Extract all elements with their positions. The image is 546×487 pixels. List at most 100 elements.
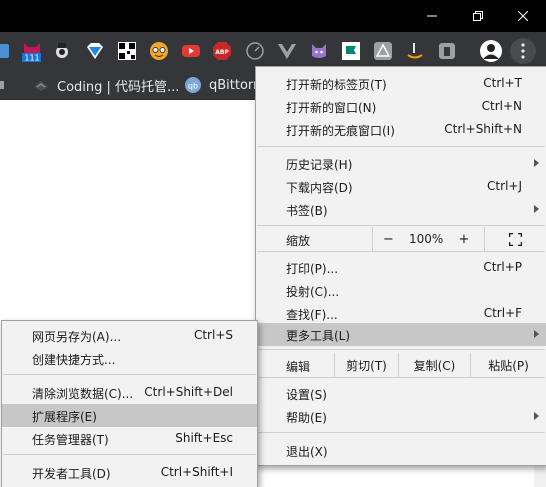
copy-label: 复制(C) — [413, 358, 456, 373]
extension-partial-icon[interactable] — [0, 41, 14, 61]
chrome-main-menu: 打开新的标签页(T) Ctrl+T 打开新的窗口(N) Ctrl+N 打开新的无… — [255, 66, 546, 466]
cut-label: 剪切(T) — [346, 358, 387, 373]
paste-button[interactable]: 粘贴(P) — [470, 353, 546, 377]
svg-text:111: 111 — [24, 54, 39, 63]
submenu-item-save-page[interactable]: 网页另存为(A)... Ctrl+S — [2, 324, 257, 347]
vpn-gem-icon[interactable] — [85, 41, 105, 61]
bookmark-label: qBittorr — [209, 77, 259, 93]
minimize-icon[interactable] — [409, 0, 455, 32]
zoom-in-button[interactable]: + — [448, 227, 480, 251]
menu-item-label: 打开新的窗口(N) — [286, 101, 377, 115]
svg-text:qb: qb — [188, 82, 198, 91]
flag-icon[interactable] — [341, 41, 361, 61]
zoom-label: 缩放 — [286, 234, 311, 248]
submenu-arrow-icon — [534, 412, 539, 420]
submenu-item-clear-data[interactable]: 清除浏览数据(C)... Ctrl+Shift+Del — [2, 381, 257, 404]
menu-item-label: 查找(F)... — [286, 308, 338, 322]
menu-item-shortcut: Ctrl+P — [483, 260, 522, 274]
github-cat-icon[interactable]: 111 — [21, 41, 41, 63]
coding-logo-icon — [33, 77, 49, 93]
menu-item-label: 打印(P)... — [286, 262, 339, 276]
cut-button[interactable]: 剪切(T) — [334, 353, 398, 377]
submenu-arrow-icon — [534, 330, 539, 338]
zoom-row: 缩放 − 100% + — [256, 227, 546, 251]
menu-item-new-window[interactable]: 打开新的窗口(N) Ctrl+N — [256, 95, 546, 118]
submenu-item-task-manager[interactable]: 任务管理器(T) Shift+Esc — [2, 427, 257, 450]
menu-item-label: 投射(C)... — [286, 285, 340, 299]
copy-button[interactable]: 复制(C) — [398, 353, 470, 377]
zoom-level: 100% — [409, 232, 444, 246]
title-bar — [0, 0, 546, 32]
menu-item-new-incognito[interactable]: 打开新的无痕窗口(I) Ctrl+Shift+N — [256, 118, 546, 141]
paste-label: 粘贴(P) — [488, 358, 529, 373]
menu-item-label: 下载内容(D) — [286, 181, 353, 195]
menu-item-cast[interactable]: 投射(C)... — [256, 279, 546, 302]
speed-dial-icon[interactable] — [245, 41, 265, 61]
menu-item-bookmarks[interactable]: 书签(B) — [256, 198, 546, 221]
submenu-item-extensions[interactable]: 扩展程序(E) — [2, 404, 257, 427]
browser-toolbar: 111 ABP — [0, 32, 546, 70]
menu-item-print[interactable]: 打印(P)... Ctrl+P — [256, 256, 546, 279]
menu-item-label: 开发者工具(D) — [32, 467, 111, 481]
menu-item-more-tools[interactable]: 更多工具(L) — [256, 323, 546, 346]
menu-item-shortcut: Shift+Esc — [175, 431, 233, 445]
qbittorrent-icon: qb — [185, 77, 201, 93]
menu-item-label: 打开新的无痕窗口(I) — [286, 124, 395, 138]
submenu-item-create-shortcut[interactable]: 创建快捷方式... — [2, 347, 257, 370]
menu-item-help[interactable]: 帮助(E) — [256, 405, 546, 428]
menu-separator — [257, 225, 545, 226]
zoom-out-label: − — [383, 231, 394, 247]
amazon-assistant-icon[interactable] — [405, 41, 425, 61]
menu-separator — [3, 454, 256, 455]
youtube-icon[interactable] — [181, 41, 201, 61]
bookmark-label: Coding | 代码托管... — [57, 79, 180, 95]
menu-separator — [257, 251, 545, 252]
adblock-icon[interactable]: ABP — [212, 41, 232, 61]
menu-item-label: 退出(X) — [286, 445, 328, 459]
menu-item-label: 设置(S) — [286, 388, 327, 402]
menu-separator — [257, 146, 545, 147]
coffee-icon[interactable] — [52, 41, 72, 61]
zoom-in-label: + — [458, 231, 470, 247]
menu-item-shortcut: Ctrl+Shift+Del — [144, 385, 233, 399]
submenu-item-devtools[interactable]: 开发者工具(D) Ctrl+Shift+I — [2, 461, 257, 484]
menu-item-label: 历史记录(H) — [286, 158, 353, 172]
menu-item-exit[interactable]: 退出(X) — [256, 439, 546, 462]
vue-devtools-icon[interactable] — [277, 41, 297, 61]
menu-item-history[interactable]: 历史记录(H) — [256, 152, 546, 175]
menu-item-label: 扩展程序(E) — [32, 410, 97, 424]
menu-item-new-tab[interactable]: 打开新的标签页(T) Ctrl+T — [256, 72, 546, 95]
menu-separator — [257, 432, 545, 433]
menu-item-label: 清除浏览数据(C)... — [32, 387, 134, 401]
submenu-arrow-icon — [534, 205, 539, 213]
face-icon[interactable] — [149, 41, 169, 61]
menu-item-label: 打开新的标签页(T) — [286, 78, 387, 92]
menu-item-label: 创建快捷方式... — [32, 353, 116, 367]
avatar[interactable] — [480, 40, 502, 62]
menu-item-shortcut: Ctrl+F — [483, 306, 522, 320]
triangle-icon[interactable] — [373, 41, 393, 61]
restore-icon[interactable] — [455, 0, 501, 32]
menu-item-shortcut: Ctrl+Shift+N — [444, 122, 522, 136]
more-tools-submenu: 网页另存为(A)... Ctrl+S 创建快捷方式... 清除浏览数据(C)..… — [1, 320, 258, 487]
menu-item-downloads[interactable]: 下载内容(D) Ctrl+J — [256, 175, 546, 198]
menu-item-label: 帮助(E) — [286, 411, 327, 425]
close-icon[interactable] — [500, 0, 546, 32]
zoom-out-button[interactable]: − — [372, 227, 404, 251]
svg-text:ABP: ABP — [215, 49, 229, 56]
menu-item-label: 书签(B) — [286, 204, 328, 218]
bookmark-coding[interactable]: Coding | 代码托管... — [33, 70, 179, 100]
menu-separator — [3, 374, 256, 375]
fullscreen-icon — [509, 232, 522, 246]
bookmark-folder-partial[interactable] — [0, 70, 14, 100]
menu-item-settings[interactable]: 设置(S) — [256, 382, 546, 405]
qr-code-icon[interactable] — [117, 41, 137, 61]
edit-row: 编辑 剪切(T) 复制(C) 粘贴(P) — [256, 353, 546, 377]
fullscreen-button[interactable] — [484, 227, 546, 251]
ghostery-icon[interactable] — [437, 41, 457, 61]
three-dots-icon[interactable] — [510, 38, 536, 64]
menu-item-find[interactable]: 查找(F)... Ctrl+F — [256, 302, 546, 325]
bookmark-qbittorrent[interactable]: qb qBittorr — [185, 70, 258, 100]
cat-icon[interactable] — [309, 41, 329, 61]
menu-item-shortcut: Ctrl+Shift+I — [160, 465, 233, 479]
